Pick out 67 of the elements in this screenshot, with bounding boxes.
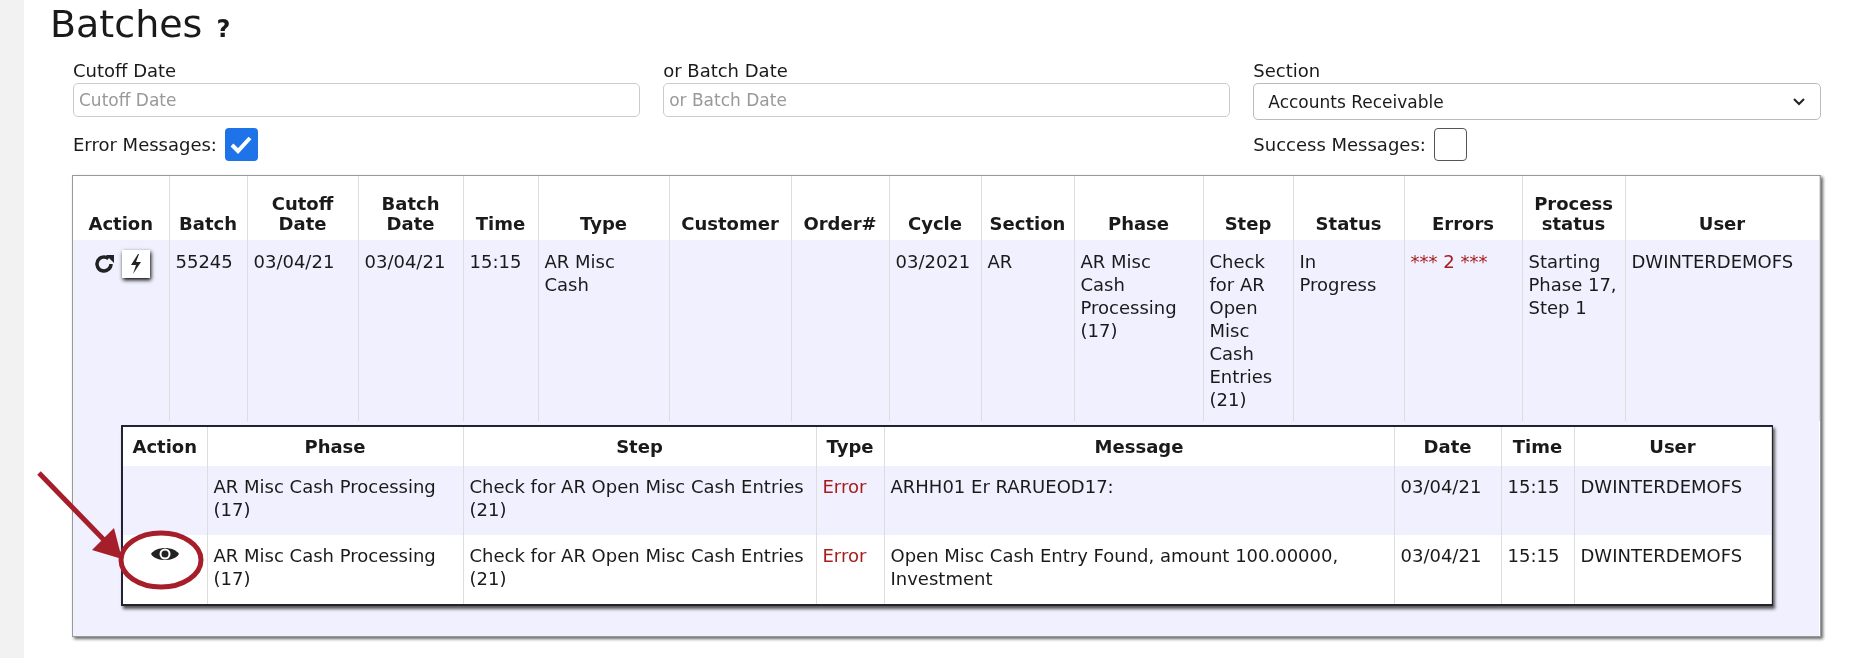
column-header: Errors [1404, 176, 1522, 240]
table-cell: In Progress [1293, 240, 1404, 421]
table-cell: 03/04/21 [358, 240, 463, 421]
table-cell: DWINTERDEMOFS [1574, 535, 1771, 604]
table-cell: 03/04/21 [1394, 466, 1501, 535]
table-cell: 15:15 [463, 240, 538, 421]
checkbox-label: Error Messages: [73, 134, 217, 155]
lightning-button[interactable] [121, 250, 150, 278]
table-cell: AR Misc Cash [538, 240, 669, 421]
table-cell: AR Misc Cash Processing (17) [207, 466, 463, 535]
table-cell: 15:15 [1501, 466, 1574, 535]
checkbox[interactable] [224, 128, 258, 161]
table-cell: Check for AR Open Misc Cash Entries (21) [1203, 240, 1293, 421]
section-select[interactable]: Accounts Receivable [1253, 83, 1821, 120]
table-cell: DWINTERDEMOFS [1625, 240, 1819, 421]
column-header: User [1574, 427, 1771, 466]
column-header: Phase [1074, 176, 1203, 240]
page-title: Batches [50, 2, 203, 46]
table-cell: Check for AR Open Misc Cash Entries (21) [463, 535, 816, 604]
lightning-icon [128, 254, 143, 274]
column-header: Customer [669, 176, 791, 240]
column-header: Batch [169, 176, 247, 240]
table-cell: Open Misc Cash Entry Found, amount 100.00000, Investment [884, 535, 1394, 604]
column-header: Section [981, 176, 1074, 240]
table-cell: AR [981, 240, 1074, 421]
column-header: Time [463, 176, 538, 240]
table-cell: Error [816, 535, 884, 604]
column-header: Action [123, 427, 207, 466]
column-header: Action [73, 176, 169, 240]
table-cell: 03/2021 [889, 240, 981, 421]
column-header: User [1625, 176, 1819, 240]
table-cell: ARHH01 Er RARUEOD17: [884, 466, 1394, 535]
column-header: Process status [1522, 176, 1625, 240]
column-header: Order# [791, 176, 889, 240]
table-cell: 15:15 [1501, 535, 1574, 604]
table-cell: Check for AR Open Misc Cash Entries (21) [463, 466, 816, 535]
checkbox-label: Success Messages: [1253, 134, 1426, 155]
table-cell: 03/04/21 [1394, 535, 1501, 604]
cutoff-date-field[interactable]: Cutoff Date [73, 83, 641, 117]
batch-date-field[interactable]: or Batch Date [663, 83, 1231, 117]
table-cell: AR Misc Cash Processing (17) [207, 535, 463, 604]
help-link[interactable]: ? [216, 15, 231, 43]
field-label: Cutoff Date [73, 60, 178, 81]
chevron-down-icon [1791, 96, 1806, 107]
column-header: Batch Date [358, 176, 463, 240]
column-header: Cycle [889, 176, 981, 240]
table-cell: 55245 [169, 240, 247, 421]
table-cell: 03/04/21 [247, 240, 358, 421]
column-header: Type [816, 427, 884, 466]
column-header: Date [1394, 427, 1501, 466]
column-header: Step [463, 427, 816, 466]
table-cell: Starting Phase 17, Step 1 [1522, 240, 1625, 421]
checkmark-icon [230, 135, 253, 154]
column-header: Cutoff Date [247, 176, 358, 240]
column-header: Step [1203, 176, 1293, 240]
column-header: Status [1293, 176, 1404, 240]
column-header: Phase [207, 427, 463, 466]
column-header: Time [1501, 427, 1574, 466]
field-label: or Batch Date [663, 60, 789, 81]
table-cell: AR Misc Cash Processing (17) [1074, 240, 1203, 421]
table-cell: DWINTERDEMOFS [1574, 466, 1771, 535]
column-header: Message [884, 427, 1394, 466]
checkbox[interactable] [1433, 128, 1467, 161]
field-label: Section [1253, 60, 1322, 81]
table-cell: Error [816, 466, 884, 535]
column-header: Type [538, 176, 669, 240]
table-cell: *** 2 *** [1404, 240, 1522, 421]
